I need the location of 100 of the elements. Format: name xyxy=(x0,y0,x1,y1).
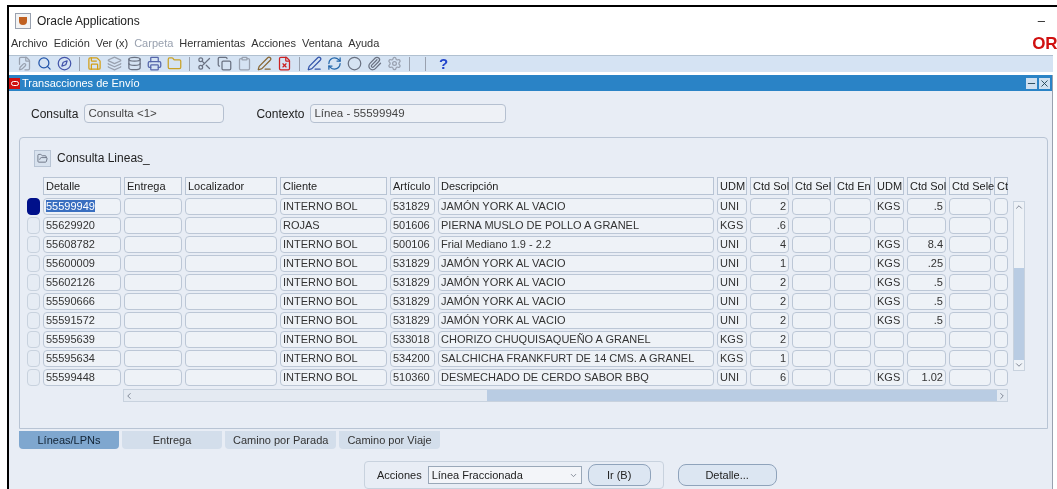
table-cell[interactable]: 55599949 xyxy=(43,198,121,215)
tab[interactable]: Líneas/LPNs xyxy=(19,431,119,449)
table-cell[interactable]: KGS xyxy=(874,255,904,272)
table-cell[interactable]: .5 xyxy=(907,274,946,291)
table-cell[interactable]: 2 xyxy=(750,312,789,329)
printer-icon[interactable] xyxy=(147,56,162,72)
table-cell[interactable] xyxy=(792,350,831,367)
vertical-scrollbar[interactable] xyxy=(1013,201,1025,371)
table-cell[interactable]: 510360 xyxy=(390,369,435,386)
table-cell[interactable] xyxy=(949,293,991,310)
scroll-up-icon[interactable] xyxy=(1014,202,1024,212)
close-icon[interactable] xyxy=(1039,77,1050,89)
tab[interactable]: Entrega xyxy=(122,431,222,449)
table-cell[interactable] xyxy=(124,369,182,386)
table-cell[interactable] xyxy=(994,312,1008,329)
table-cell[interactable]: KGS xyxy=(717,217,747,234)
table-cell[interactable] xyxy=(185,274,277,291)
table-cell[interactable]: INTERNO BOL xyxy=(280,369,387,386)
table-cell[interactable]: 55599448 xyxy=(43,369,121,386)
table-cell[interactable]: 8.4 xyxy=(907,236,946,253)
attachment-icon[interactable] xyxy=(367,56,382,72)
table-cell[interactable]: KGS xyxy=(874,293,904,310)
compass-icon[interactable] xyxy=(57,56,72,72)
table-cell[interactable] xyxy=(834,217,871,234)
table-cell[interactable] xyxy=(994,350,1008,367)
table-cell[interactable]: KGS xyxy=(874,198,904,215)
table-cell[interactable] xyxy=(185,293,277,310)
layers-icon[interactable] xyxy=(107,56,122,72)
tab[interactable]: Camino por Parada xyxy=(225,431,337,449)
table-cell[interactable] xyxy=(994,236,1008,253)
menu-item[interactable]: Ver (x) xyxy=(95,35,129,52)
table-cell[interactable]: 1.02 xyxy=(907,369,946,386)
table-cell[interactable]: 531829 xyxy=(390,312,435,329)
new-record-icon[interactable] xyxy=(17,56,32,72)
table-cell[interactable]: UNI xyxy=(717,236,747,253)
table-cell[interactable]: 55591572 xyxy=(43,312,121,329)
table-cell[interactable] xyxy=(792,198,831,215)
table-cell[interactable]: 55595639 xyxy=(43,331,121,348)
paste-icon[interactable] xyxy=(237,56,252,72)
table-cell[interactable] xyxy=(124,255,182,272)
table-cell[interactable]: .25 xyxy=(907,255,946,272)
database-icon[interactable] xyxy=(127,56,142,72)
table-cell[interactable] xyxy=(949,274,991,291)
table-cell[interactable] xyxy=(792,236,831,253)
table-cell[interactable] xyxy=(949,331,991,348)
table-cell[interactable] xyxy=(792,255,831,272)
table-cell[interactable]: 2 xyxy=(750,293,789,310)
table-cell[interactable] xyxy=(185,255,277,272)
minimize-button[interactable]: – xyxy=(1037,10,1045,31)
tab[interactable]: Camino por Viaje xyxy=(339,431,440,449)
help-button[interactable]: ? xyxy=(439,56,449,72)
menu-item[interactable]: Ventana xyxy=(302,35,343,52)
table-cell[interactable] xyxy=(834,312,871,329)
table-cell[interactable]: 55602126 xyxy=(43,274,121,291)
table-cell[interactable]: INTERNO BOL xyxy=(280,350,387,367)
table-cell[interactable] xyxy=(792,369,831,386)
table-cell[interactable] xyxy=(185,331,277,348)
table-cell[interactable] xyxy=(949,312,991,329)
folder-button[interactable] xyxy=(34,149,51,167)
table-cell[interactable] xyxy=(185,217,277,234)
table-cell[interactable]: Frial Mediano 1.9 - 2.2 xyxy=(438,236,714,253)
table-cell[interactable] xyxy=(907,331,946,348)
table-cell[interactable] xyxy=(874,350,904,367)
scroll-right-icon[interactable] xyxy=(997,390,1007,401)
table-cell[interactable]: INTERNO BOL xyxy=(280,274,387,291)
table-cell[interactable]: .5 xyxy=(907,312,946,329)
table-cell[interactable]: 1 xyxy=(750,350,789,367)
table-cell[interactable] xyxy=(124,293,182,310)
row-selector[interactable] xyxy=(27,198,40,215)
table-cell[interactable] xyxy=(994,255,1008,272)
circle-icon[interactable] xyxy=(347,56,362,72)
edit-icon[interactable] xyxy=(257,56,272,72)
table-cell[interactable] xyxy=(834,274,871,291)
table-cell[interactable] xyxy=(949,198,991,215)
table-cell[interactable] xyxy=(834,350,871,367)
table-cell[interactable]: 55595634 xyxy=(43,350,121,367)
table-cell[interactable]: 1 xyxy=(750,255,789,272)
table-cell[interactable] xyxy=(994,274,1008,291)
table-cell[interactable] xyxy=(792,274,831,291)
table-cell[interactable] xyxy=(124,312,182,329)
table-cell[interactable] xyxy=(949,217,991,234)
table-cell[interactable] xyxy=(792,312,831,329)
table-cell[interactable]: KGS xyxy=(874,236,904,253)
go-button[interactable]: Ir (B) xyxy=(587,464,651,486)
scrollbar-thumb[interactable] xyxy=(1014,268,1024,360)
table-cell[interactable] xyxy=(834,331,871,348)
table-cell[interactable] xyxy=(994,293,1008,310)
table-cell[interactable]: 4 xyxy=(750,236,789,253)
context-field[interactable]: Línea - 55599949 xyxy=(310,104,507,123)
table-cell[interactable]: INTERNO BOL xyxy=(280,255,387,272)
table-cell[interactable]: 55600009 xyxy=(43,255,121,272)
table-cell[interactable] xyxy=(874,217,904,234)
scroll-down-icon[interactable] xyxy=(1014,360,1024,370)
table-cell[interactable] xyxy=(185,236,277,253)
table-cell[interactable]: KGS xyxy=(717,350,747,367)
table-cell[interactable]: SALCHICHA FRANKFURT DE 14 CMS. A GRANEL xyxy=(438,350,714,367)
table-cell[interactable] xyxy=(834,255,871,272)
table-cell[interactable] xyxy=(124,350,182,367)
table-cell[interactable]: DESMECHADO DE CERDO SABOR BBQ xyxy=(438,369,714,386)
table-cell[interactable]: KGS xyxy=(874,274,904,291)
